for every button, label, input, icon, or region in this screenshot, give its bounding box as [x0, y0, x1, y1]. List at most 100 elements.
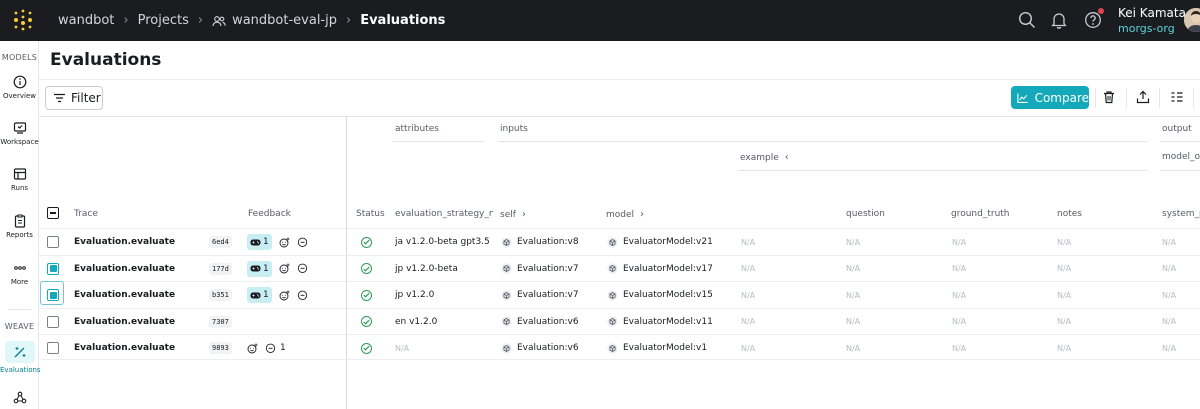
trace-hash-cell: 177d [209, 256, 232, 282]
model-cell[interactable]: EvaluatorModel:v11 [607, 309, 713, 335]
user-name[interactable]: Kei Kamata [1118, 6, 1186, 20]
nav-item-runs[interactable]: Runs [0, 167, 39, 192]
nav-item-overview[interactable]: Overview [0, 75, 39, 100]
strategy-value: en v1.2.0 [395, 316, 438, 327]
add-reaction-icon[interactable] [279, 263, 290, 274]
cube-icon [501, 343, 512, 354]
chevron-right-icon[interactable]: › [522, 209, 526, 220]
trash-icon[interactable] [1102, 90, 1116, 104]
trace-name[interactable]: Evaluation.evaluate [74, 256, 175, 282]
columns-icon[interactable] [1170, 90, 1184, 104]
self-cell[interactable]: Evaluation:v7 [501, 256, 579, 282]
model-cell[interactable]: EvaluatorModel:v21 [607, 229, 713, 255]
column-header-question[interactable]: question [846, 209, 885, 219]
nav-active-highlight [4, 341, 35, 363]
wandb-logo-icon[interactable] [12, 9, 34, 31]
trace-hash[interactable]: 7307 [209, 315, 232, 328]
trace-name[interactable]: Evaluation.evaluate [74, 309, 175, 335]
reaction-chip[interactable]: 1 [247, 234, 272, 250]
table-row[interactable]: Evaluation.evaluate 6ed4 1 ja v1.2.0-bet… [39, 228, 1200, 254]
question-value: N/A [846, 264, 861, 274]
chevron-right-icon: › [346, 13, 352, 28]
row-checkbox[interactable] [47, 315, 59, 328]
chevron-left-icon[interactable]: ‹ [785, 152, 789, 163]
trace-hash[interactable]: 9893 [209, 342, 232, 355]
example-na-value: N/A [741, 264, 756, 274]
trace-hash[interactable]: b351 [209, 289, 232, 302]
trace-hash[interactable]: 177d [209, 262, 232, 275]
add-reaction-icon[interactable] [279, 237, 290, 248]
row-checkbox[interactable] [47, 236, 59, 248]
search-icon[interactable] [1018, 11, 1036, 29]
export-icon[interactable] [1136, 90, 1150, 104]
add-reaction-icon[interactable] [247, 343, 258, 354]
nav-item-evaluations[interactable]: Evaluations [0, 341, 41, 374]
notes-value: N/A [1057, 264, 1072, 274]
table-row[interactable]: Evaluation.evaluate 7307 en v1.2.0 Evalu… [39, 307, 1200, 335]
avatar[interactable] [1184, 8, 1200, 32]
table-row[interactable]: Evaluation.evaluate 9893 1 N/A Evaluatio… [39, 334, 1200, 361]
column-header-notes[interactable]: notes [1057, 209, 1082, 219]
row-checkbox[interactable] [47, 342, 59, 355]
column-header-status[interactable]: Status [356, 209, 385, 219]
column-header-self[interactable]: self › [500, 209, 526, 220]
model-cell[interactable]: EvaluatorModel:v17 [607, 256, 713, 282]
trace-name[interactable]: Evaluation.evaluate [74, 282, 175, 308]
column-group-output[interactable]: output [1162, 124, 1192, 134]
nav-item-models[interactable] [0, 391, 39, 405]
column-group-attributes[interactable]: attributes [395, 124, 439, 134]
column-group-inputs[interactable]: inputs [500, 124, 528, 134]
column-header-model[interactable]: model › [606, 209, 644, 220]
breadcrumb-projects[interactable]: Projects [138, 13, 189, 28]
info-icon [13, 75, 26, 89]
breadcrumb-entity[interactable]: wandbot [58, 13, 114, 28]
comment-button[interactable] [297, 263, 308, 274]
model-cell[interactable]: EvaluatorModel:v1 [607, 335, 707, 361]
nav-label-more: More [10, 278, 29, 286]
toolbar-divider [1159, 88, 1160, 108]
strategy-value: ja v1.2.0-beta gpt3.5 [395, 237, 490, 247]
status-cell [361, 282, 372, 308]
breadcrumb-project-label: wandbot-eval-jp [232, 13, 337, 28]
table-row[interactable]: Evaluation.evaluate b351 1 jp v1.2.0 Eva… [39, 281, 1200, 307]
nav-section-models: MODELS [1, 53, 38, 62]
nav-item-workspace[interactable]: Workspace [0, 121, 39, 146]
strategy-value: N/A [395, 343, 410, 353]
reaction-chip[interactable]: 1 [247, 287, 272, 304]
chevron-right-icon[interactable]: › [640, 209, 644, 220]
bell-icon[interactable] [1050, 11, 1068, 29]
model-cell[interactable]: EvaluatorModel:v15 [607, 282, 713, 308]
column-header-evaluation-strategy[interactable]: evaluation_strategy_n [395, 209, 493, 219]
add-reaction-icon[interactable] [279, 290, 290, 301]
self-cell[interactable]: Evaluation:v6 [501, 335, 579, 361]
filter-button[interactable]: Filter [45, 86, 103, 110]
chart-icon [1017, 93, 1028, 103]
comment-button[interactable]: 1 [265, 343, 286, 354]
reaction-chip[interactable]: 1 [247, 260, 272, 277]
column-header-trace[interactable]: Trace [74, 209, 98, 219]
column-header-feedback[interactable]: Feedback [248, 209, 291, 219]
nav-item-more[interactable]: More [0, 261, 39, 286]
column-header-ground-truth[interactable]: ground_truth [951, 209, 1010, 219]
column-group-model-output[interactable]: model_o [1162, 152, 1200, 162]
trace-name[interactable]: Evaluation.evaluate [74, 335, 175, 361]
comment-button[interactable] [297, 290, 308, 301]
comment-button[interactable] [297, 237, 308, 248]
toolbar-divider [1193, 88, 1194, 108]
breadcrumb-project[interactable]: wandbot-eval-jp [212, 13, 337, 28]
self-cell[interactable]: Evaluation:v7 [501, 282, 579, 308]
self-cell[interactable]: Evaluation:v6 [501, 309, 579, 335]
compare-button[interactable]: Compare [1011, 86, 1089, 109]
self-cell[interactable]: Evaluation:v8 [501, 229, 579, 255]
column-header-system[interactable]: system_p [1162, 209, 1200, 219]
table-row[interactable]: Evaluation.evaluate 177d 1 jp v1.2.0-bet… [39, 254, 1200, 282]
column-header-model-label: model [606, 209, 635, 220]
row-checkbox[interactable] [47, 262, 59, 275]
nav-item-reports[interactable]: Reports [0, 214, 39, 239]
column-group-example[interactable]: example ‹ [740, 152, 789, 163]
trace-hash[interactable]: 6ed4 [209, 236, 232, 248]
select-all-checkbox[interactable] [47, 207, 59, 219]
user-org[interactable]: morgs-org [1118, 22, 1175, 35]
trace-name[interactable]: Evaluation.evaluate [74, 229, 175, 255]
nav-label-reports: Reports [6, 231, 33, 239]
